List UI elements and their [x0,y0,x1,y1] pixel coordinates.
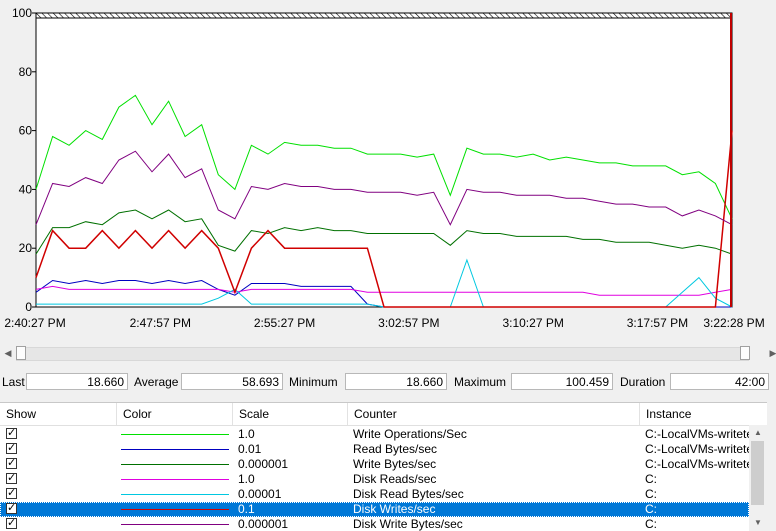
scale-cell: 1.0 [238,472,255,486]
time-scrollbar[interactable]: ◀ ▶ [0,345,776,361]
maximum-value: 100.459 [511,373,613,390]
y-tick-label: 20 [19,241,33,255]
duration-label: Duration [620,375,666,389]
last-label: Last [2,375,25,389]
color-swatch [121,434,229,435]
average-value: 58.693 [181,373,283,390]
minimum-value: 18.660 [345,373,447,390]
column-header-counter[interactable]: Counter [348,403,640,425]
show-checkbox[interactable]: ✓ [6,518,17,529]
counter-cell: Read Bytes/sec [353,442,438,456]
counter-cell: Write Bytes/sec [353,457,437,471]
table-row[interactable]: ✓ 0.1 Disk Writes/sec C: [0,502,749,517]
scale-cell: 0.00001 [238,487,282,501]
scale-cell: 1.0 [238,427,255,441]
table-header: Show Color Scale Counter Instance [0,403,767,426]
instance-cell: C: [645,487,657,501]
show-checkbox[interactable]: ✓ [6,473,17,484]
table-row[interactable]: ✓ 1.0 Disk Reads/sec C: [0,472,749,487]
table-scrollbar[interactable]: ▲ ▼ [749,425,767,531]
counter-cell: Disk Write Bytes/sec [353,517,463,531]
x-tick-label: 2:55:27 PM [254,316,315,330]
x-axis: 2:40:27 PM 2:47:57 PM 2:55:27 PM 3:02:57 PM… [4,316,764,330]
scroll-up-icon[interactable]: ▲ [749,425,767,441]
y-tick-label: 40 [19,182,33,196]
duration-value: 42:00 [670,373,769,390]
column-header-instance[interactable]: Instance [640,403,767,425]
show-checkbox[interactable]: ✓ [6,443,17,454]
x-tick-label: 3:17:57 PM [627,316,688,330]
y-axis: 0 20 40 60 80 100 [12,6,36,314]
average-label: Average [134,375,179,389]
instance-cell: C:-LocalVMs-writetest [645,457,749,471]
table-row[interactable]: ✓ 0.00001 Disk Read Bytes/sec C: [0,487,749,502]
color-swatch [121,509,229,510]
scroll-thumb-right[interactable] [740,346,750,360]
show-checkbox[interactable]: ✓ [6,503,17,514]
plot-area [35,12,733,308]
x-tick-label: 3:02:57 PM [378,316,439,330]
performance-graph: 0 20 40 60 80 100 2:40:27 PM 2:47:57 PM 2:55:27… [4,6,764,330]
counter-cell: Disk Writes/sec [353,502,436,516]
counter-cell: Disk Reads/sec [353,472,437,486]
show-checkbox[interactable]: ✓ [6,458,17,469]
table-row[interactable]: ✓ 1.0 Write Operations/Sec C:-LocalVMs-writ… [0,427,749,442]
scale-cell: 0.000001 [238,457,289,471]
instance-cell: C: [645,517,657,531]
counter-cell: Disk Read Bytes/sec [353,487,464,501]
scroll-thumb-left[interactable] [16,346,26,360]
scale-cell: 0.1 [238,502,255,516]
column-header-scale[interactable]: Scale [233,403,348,425]
x-tick-label: 3:22:28 PM [703,316,764,330]
instance-cell: C: [645,502,657,516]
show-checkbox[interactable]: ✓ [6,428,17,439]
column-header-color[interactable]: Color [117,403,233,425]
column-header-show[interactable]: Show [0,403,117,425]
table-row[interactable]: ✓ 0.000001 Disk Write Bytes/sec C: [0,517,749,531]
color-swatch [121,524,229,525]
scroll-track[interactable] [16,347,749,361]
scroll-left-icon[interactable]: ◀ [0,345,16,361]
table-row[interactable]: ✓ 0.01 Read Bytes/sec C:-LocalVMs-writetest [0,442,749,457]
color-swatch [121,479,229,480]
overflow-hatch [35,12,733,19]
table-scroll-thumb[interactable] [751,441,764,505]
scale-cell: 0.01 [238,442,262,456]
minimum-label: Minimum [289,375,338,389]
table-row[interactable]: ✓ 0.000001 Write Bytes/sec C:-LocalVMs-writ… [0,457,749,472]
color-swatch [121,494,229,495]
scroll-right-icon[interactable]: ▶ [765,345,776,361]
x-tick-label: 2:47:57 PM [130,316,191,330]
counter-table: Show Color Scale Counter Instance ✓ 1.0 Wr… [0,402,767,531]
y-tick-label: 80 [19,65,33,79]
scale-cell: 0.000001 [238,517,289,531]
x-tick-label: 3:10:27 PM [502,316,563,330]
y-tick-label: 100 [12,6,32,20]
instance-cell: C: [645,472,657,486]
counter-cell: Write Operations/Sec [353,427,467,441]
instance-cell: C:-LocalVMs-writetest [645,442,749,456]
color-swatch [121,449,229,450]
instance-cell: C:-LocalVMs-writetest [645,427,749,441]
color-swatch [121,464,229,465]
y-tick-label: 0 [25,300,32,314]
x-tick-label: 2:40:27 PM [4,316,65,330]
show-checkbox[interactable]: ✓ [6,488,17,499]
maximum-label: Maximum [454,375,507,389]
scroll-down-icon[interactable]: ▼ [749,515,767,531]
y-tick-label: 60 [19,124,33,138]
last-value: 18.660 [26,373,128,390]
